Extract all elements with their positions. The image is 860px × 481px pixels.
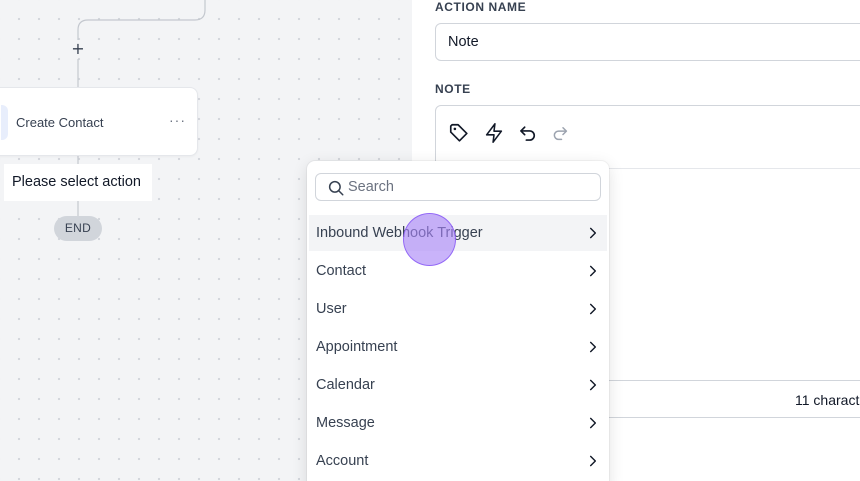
menu-item-label: Message [316,415,375,431]
note-label: NOTE [435,82,471,96]
menu-item-contact[interactable]: Contact [309,253,607,289]
end-node: END [54,216,102,241]
menu-item-message[interactable]: Message [309,405,607,441]
menu-item-account[interactable]: Account [309,443,607,479]
menu-item-label: Appointment [316,339,398,355]
create-contact-node[interactable]: Create Contact ··· [0,87,198,156]
chevron-right-icon [589,379,597,391]
menu-item-user[interactable]: User [309,291,607,327]
tag-icon[interactable] [448,122,470,144]
lightning-icon[interactable] [483,122,505,144]
menu-item-label: Contact [316,263,366,279]
action-name-input[interactable]: Note [435,23,860,61]
node-label: Create Contact [16,115,104,130]
menu-item-calendar[interactable]: Calendar [309,367,607,403]
undo-icon[interactable] [518,123,538,143]
menu-item-appointment[interactable]: Appointment [309,329,607,365]
search-input[interactable] [348,176,588,198]
chevron-right-icon [589,265,597,277]
menu-item-label: Calendar [316,377,375,393]
redo-icon[interactable] [551,124,569,142]
node-icon-area [1,105,8,140]
chevron-right-icon [589,455,597,467]
cursor-indicator [403,213,456,266]
action-type-dropdown: Inbound Webhook Trigger Contact User App… [307,161,609,481]
search-icon [328,180,344,196]
note-toolbar [436,106,860,169]
character-count: 11 characters [795,392,860,408]
menu-item-label: Account [316,453,369,469]
menu-item-label: User [316,301,347,317]
menu-item-label: Inbound Webhook Trigger [316,225,483,241]
chevron-right-icon [589,417,597,429]
chevron-right-icon [589,227,597,239]
chevron-right-icon [589,303,597,315]
select-action-node[interactable]: Please select action [4,164,152,201]
action-name-label: ACTION NAME [435,0,527,14]
add-step-button[interactable]: + [69,40,87,58]
menu-item-inbound-webhook-trigger[interactable]: Inbound Webhook Trigger [309,215,607,251]
chevron-right-icon [589,341,597,353]
search-field[interactable] [315,173,601,201]
more-options-icon[interactable]: ··· [169,112,186,128]
